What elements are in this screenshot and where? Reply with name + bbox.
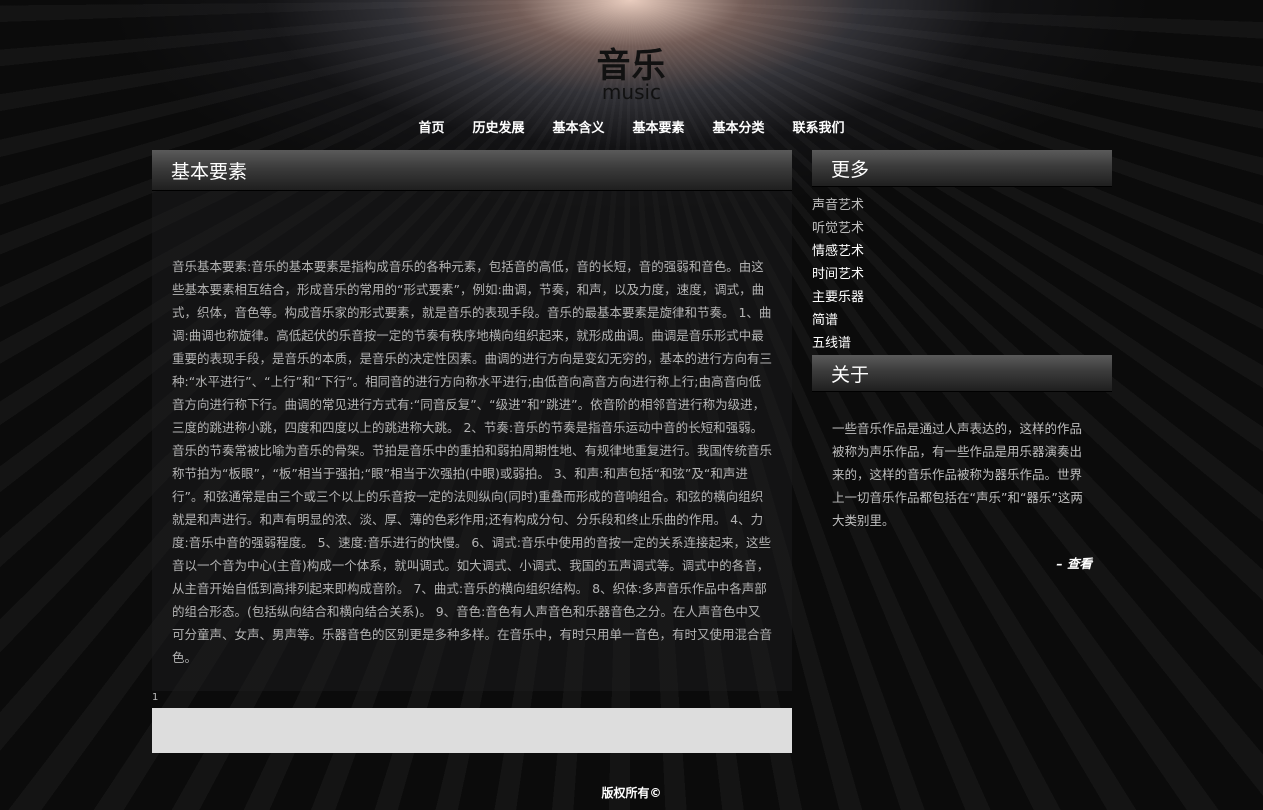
main-heading-bar: 基本要素 [152, 150, 792, 191]
nav-item-elements[interactable]: 基本要素 [619, 117, 699, 136]
about-text: 一些音乐作品是通过人声表达的，这样的作品被称为声乐作品，有一些作品是用乐器演奏出… [832, 421, 1083, 528]
nav-item-meaning[interactable]: 基本含义 [538, 117, 618, 136]
content-footer-box [152, 708, 792, 753]
sidebar: 更多 声音艺术 听觉艺术 情感艺术 时间艺术 主要乐器 简谱 五线谱 关于 一些… [812, 150, 1112, 572]
more-item-instruments[interactable]: 主要乐器 [812, 286, 1112, 309]
nav-item-home[interactable]: 首页 [404, 117, 458, 136]
site-header: 音乐 music 首页 历史发展 基本含义 基本要素 基本分类 联系我们 [0, 0, 1263, 145]
copyright: 版权所有© [601, 786, 662, 800]
site-subtitle: music [601, 80, 662, 104]
more-item-staff-notation[interactable]: 五线谱 [812, 332, 1112, 355]
more-item-emotion-art[interactable]: 情感艺术 [812, 240, 1112, 263]
about-view-link[interactable]: – 查看 [812, 553, 1092, 572]
more-item-time-art[interactable]: 时间艺术 [812, 263, 1112, 286]
more-item-numbered-notation[interactable]: 简谱 [812, 309, 1112, 332]
nav-item-contact[interactable]: 联系我们 [779, 117, 859, 136]
more-item-sound-art[interactable]: 声音艺术 [812, 194, 1112, 217]
more-heading: 更多 [831, 159, 870, 181]
about-heading: 关于 [831, 364, 870, 386]
nav-item-categories[interactable]: 基本分类 [699, 117, 779, 136]
more-item-hearing-art[interactable]: 听觉艺术 [812, 217, 1112, 240]
more-list: 声音艺术 听觉艺术 情感艺术 时间艺术 主要乐器 简谱 五线谱 [812, 194, 1112, 355]
more-heading-bar: 更多 [812, 150, 1112, 187]
about-heading-bar: 关于 [812, 355, 1112, 392]
page-number[interactable]: 1 [152, 692, 158, 703]
main-body: 音乐基本要素:音乐的基本要素是指构成音乐的各种元素，包括音的高低，音的长短，音的… [152, 191, 792, 691]
main-heading: 基本要素 [171, 161, 248, 183]
main-nav: 首页 历史发展 基本含义 基本要素 基本分类 联系我们 [0, 117, 1263, 136]
nav-item-history[interactable]: 历史发展 [458, 117, 538, 136]
article-text: 音乐基本要素:音乐的基本要素是指构成音乐的各种元素，包括音的高低，音的长短，音的… [172, 259, 773, 665]
main-content: 基本要素 音乐基本要素:音乐的基本要素是指构成音乐的各种元素，包括音的高低，音的… [152, 150, 792, 691]
